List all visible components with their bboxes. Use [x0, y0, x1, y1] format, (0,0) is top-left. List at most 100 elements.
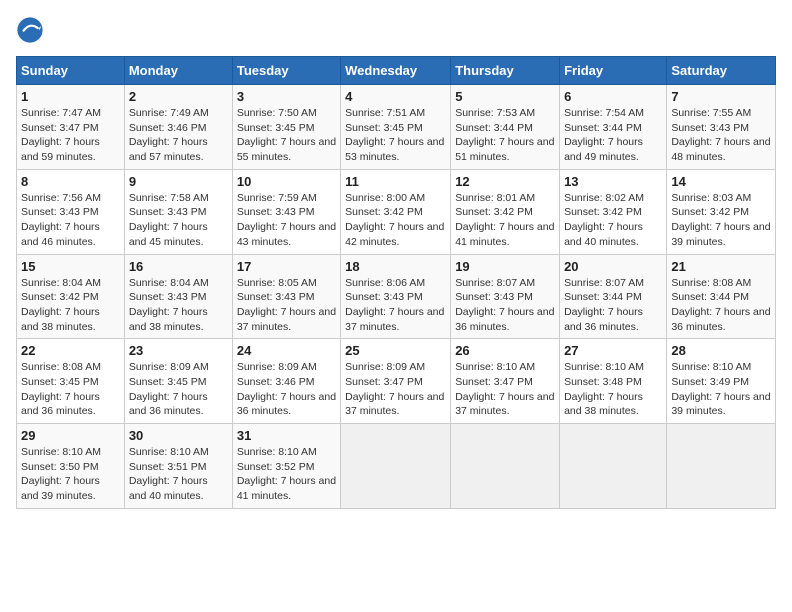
day-number: 21 [671, 259, 771, 274]
day-number: 12 [455, 174, 555, 189]
day-info: Sunrise: 8:10 AMSunset: 3:48 PMDaylight:… [564, 360, 662, 419]
day-number: 27 [564, 343, 662, 358]
day-info: Sunrise: 8:10 AMSunset: 3:49 PMDaylight:… [671, 360, 771, 419]
day-info: Sunrise: 8:04 AMSunset: 3:43 PMDaylight:… [129, 276, 228, 335]
day-number: 20 [564, 259, 662, 274]
day-number: 13 [564, 174, 662, 189]
week-row-3: 15 Sunrise: 8:04 AMSunset: 3:42 PMDaylig… [17, 254, 776, 339]
day-number: 9 [129, 174, 228, 189]
day-number: 1 [21, 89, 120, 104]
calendar-cell: 23 Sunrise: 8:09 AMSunset: 3:45 PMDaylig… [124, 339, 232, 424]
day-info: Sunrise: 8:10 AMSunset: 3:51 PMDaylight:… [129, 445, 228, 504]
day-info: Sunrise: 7:54 AMSunset: 3:44 PMDaylight:… [564, 106, 662, 165]
calendar-cell [667, 424, 776, 509]
day-number: 28 [671, 343, 771, 358]
weekday-header-friday: Friday [560, 57, 667, 85]
day-number: 17 [237, 259, 336, 274]
weekday-header-wednesday: Wednesday [341, 57, 451, 85]
day-number: 4 [345, 89, 446, 104]
day-info: Sunrise: 7:59 AMSunset: 3:43 PMDaylight:… [237, 191, 336, 250]
day-info: Sunrise: 8:06 AMSunset: 3:43 PMDaylight:… [345, 276, 446, 335]
day-number: 29 [21, 428, 120, 443]
calendar-cell [341, 424, 451, 509]
calendar-cell: 27 Sunrise: 8:10 AMSunset: 3:48 PMDaylig… [560, 339, 667, 424]
day-info: Sunrise: 8:03 AMSunset: 3:42 PMDaylight:… [671, 191, 771, 250]
week-row-1: 1 Sunrise: 7:47 AMSunset: 3:47 PMDayligh… [17, 85, 776, 170]
calendar-cell: 6 Sunrise: 7:54 AMSunset: 3:44 PMDayligh… [560, 85, 667, 170]
day-info: Sunrise: 7:55 AMSunset: 3:43 PMDaylight:… [671, 106, 771, 165]
weekday-header-tuesday: Tuesday [232, 57, 340, 85]
day-number: 31 [237, 428, 336, 443]
calendar-cell: 22 Sunrise: 8:08 AMSunset: 3:45 PMDaylig… [17, 339, 125, 424]
calendar-cell: 21 Sunrise: 8:08 AMSunset: 3:44 PMDaylig… [667, 254, 776, 339]
day-number: 6 [564, 89, 662, 104]
day-info: Sunrise: 8:09 AMSunset: 3:46 PMDaylight:… [237, 360, 336, 419]
calendar-cell: 25 Sunrise: 8:09 AMSunset: 3:47 PMDaylig… [341, 339, 451, 424]
day-number: 11 [345, 174, 446, 189]
calendar-cell: 14 Sunrise: 8:03 AMSunset: 3:42 PMDaylig… [667, 169, 776, 254]
day-info: Sunrise: 8:02 AMSunset: 3:42 PMDaylight:… [564, 191, 662, 250]
calendar-cell: 29 Sunrise: 8:10 AMSunset: 3:50 PMDaylig… [17, 424, 125, 509]
day-number: 19 [455, 259, 555, 274]
day-info: Sunrise: 8:09 AMSunset: 3:45 PMDaylight:… [129, 360, 228, 419]
calendar-cell: 2 Sunrise: 7:49 AMSunset: 3:46 PMDayligh… [124, 85, 232, 170]
calendar-cell: 18 Sunrise: 8:06 AMSunset: 3:43 PMDaylig… [341, 254, 451, 339]
day-info: Sunrise: 7:56 AMSunset: 3:43 PMDaylight:… [21, 191, 120, 250]
weekday-header-saturday: Saturday [667, 57, 776, 85]
calendar-cell: 11 Sunrise: 8:00 AMSunset: 3:42 PMDaylig… [341, 169, 451, 254]
day-info: Sunrise: 8:07 AMSunset: 3:44 PMDaylight:… [564, 276, 662, 335]
day-info: Sunrise: 8:10 AMSunset: 3:50 PMDaylight:… [21, 445, 120, 504]
day-info: Sunrise: 8:00 AMSunset: 3:42 PMDaylight:… [345, 191, 446, 250]
calendar-cell: 16 Sunrise: 8:04 AMSunset: 3:43 PMDaylig… [124, 254, 232, 339]
day-info: Sunrise: 7:53 AMSunset: 3:44 PMDaylight:… [455, 106, 555, 165]
calendar-cell: 7 Sunrise: 7:55 AMSunset: 3:43 PMDayligh… [667, 85, 776, 170]
weekday-header-row: SundayMondayTuesdayWednesdayThursdayFrid… [17, 57, 776, 85]
calendar-cell: 31 Sunrise: 8:10 AMSunset: 3:52 PMDaylig… [232, 424, 340, 509]
week-row-4: 22 Sunrise: 8:08 AMSunset: 3:45 PMDaylig… [17, 339, 776, 424]
weekday-header-thursday: Thursday [451, 57, 560, 85]
page-header [16, 16, 776, 44]
day-info: Sunrise: 7:47 AMSunset: 3:47 PMDaylight:… [21, 106, 120, 165]
calendar-cell: 15 Sunrise: 8:04 AMSunset: 3:42 PMDaylig… [17, 254, 125, 339]
day-number: 5 [455, 89, 555, 104]
weekday-header-sunday: Sunday [17, 57, 125, 85]
day-number: 18 [345, 259, 446, 274]
calendar-cell: 13 Sunrise: 8:02 AMSunset: 3:42 PMDaylig… [560, 169, 667, 254]
logo-icon [16, 16, 44, 44]
calendar-cell [560, 424, 667, 509]
weekday-header-monday: Monday [124, 57, 232, 85]
day-info: Sunrise: 8:08 AMSunset: 3:45 PMDaylight:… [21, 360, 120, 419]
day-number: 25 [345, 343, 446, 358]
day-info: Sunrise: 8:01 AMSunset: 3:42 PMDaylight:… [455, 191, 555, 250]
calendar-cell: 17 Sunrise: 8:05 AMSunset: 3:43 PMDaylig… [232, 254, 340, 339]
day-info: Sunrise: 8:10 AMSunset: 3:52 PMDaylight:… [237, 445, 336, 504]
week-row-5: 29 Sunrise: 8:10 AMSunset: 3:50 PMDaylig… [17, 424, 776, 509]
day-info: Sunrise: 7:50 AMSunset: 3:45 PMDaylight:… [237, 106, 336, 165]
day-number: 3 [237, 89, 336, 104]
day-info: Sunrise: 8:08 AMSunset: 3:44 PMDaylight:… [671, 276, 771, 335]
week-row-2: 8 Sunrise: 7:56 AMSunset: 3:43 PMDayligh… [17, 169, 776, 254]
day-number: 7 [671, 89, 771, 104]
calendar-cell: 24 Sunrise: 8:09 AMSunset: 3:46 PMDaylig… [232, 339, 340, 424]
calendar-cell: 8 Sunrise: 7:56 AMSunset: 3:43 PMDayligh… [17, 169, 125, 254]
day-info: Sunrise: 8:07 AMSunset: 3:43 PMDaylight:… [455, 276, 555, 335]
logo [16, 16, 46, 44]
calendar-cell: 9 Sunrise: 7:58 AMSunset: 3:43 PMDayligh… [124, 169, 232, 254]
calendar-cell: 30 Sunrise: 8:10 AMSunset: 3:51 PMDaylig… [124, 424, 232, 509]
day-info: Sunrise: 8:09 AMSunset: 3:47 PMDaylight:… [345, 360, 446, 419]
calendar-cell [451, 424, 560, 509]
day-info: Sunrise: 7:51 AMSunset: 3:45 PMDaylight:… [345, 106, 446, 165]
calendar-table: SundayMondayTuesdayWednesdayThursdayFrid… [16, 56, 776, 509]
day-info: Sunrise: 8:04 AMSunset: 3:42 PMDaylight:… [21, 276, 120, 335]
day-number: 16 [129, 259, 228, 274]
day-number: 23 [129, 343, 228, 358]
day-number: 22 [21, 343, 120, 358]
calendar-cell: 1 Sunrise: 7:47 AMSunset: 3:47 PMDayligh… [17, 85, 125, 170]
calendar-cell: 5 Sunrise: 7:53 AMSunset: 3:44 PMDayligh… [451, 85, 560, 170]
day-info: Sunrise: 8:10 AMSunset: 3:47 PMDaylight:… [455, 360, 555, 419]
calendar-cell: 26 Sunrise: 8:10 AMSunset: 3:47 PMDaylig… [451, 339, 560, 424]
day-info: Sunrise: 7:49 AMSunset: 3:46 PMDaylight:… [129, 106, 228, 165]
calendar-cell: 28 Sunrise: 8:10 AMSunset: 3:49 PMDaylig… [667, 339, 776, 424]
day-number: 2 [129, 89, 228, 104]
calendar-cell: 12 Sunrise: 8:01 AMSunset: 3:42 PMDaylig… [451, 169, 560, 254]
